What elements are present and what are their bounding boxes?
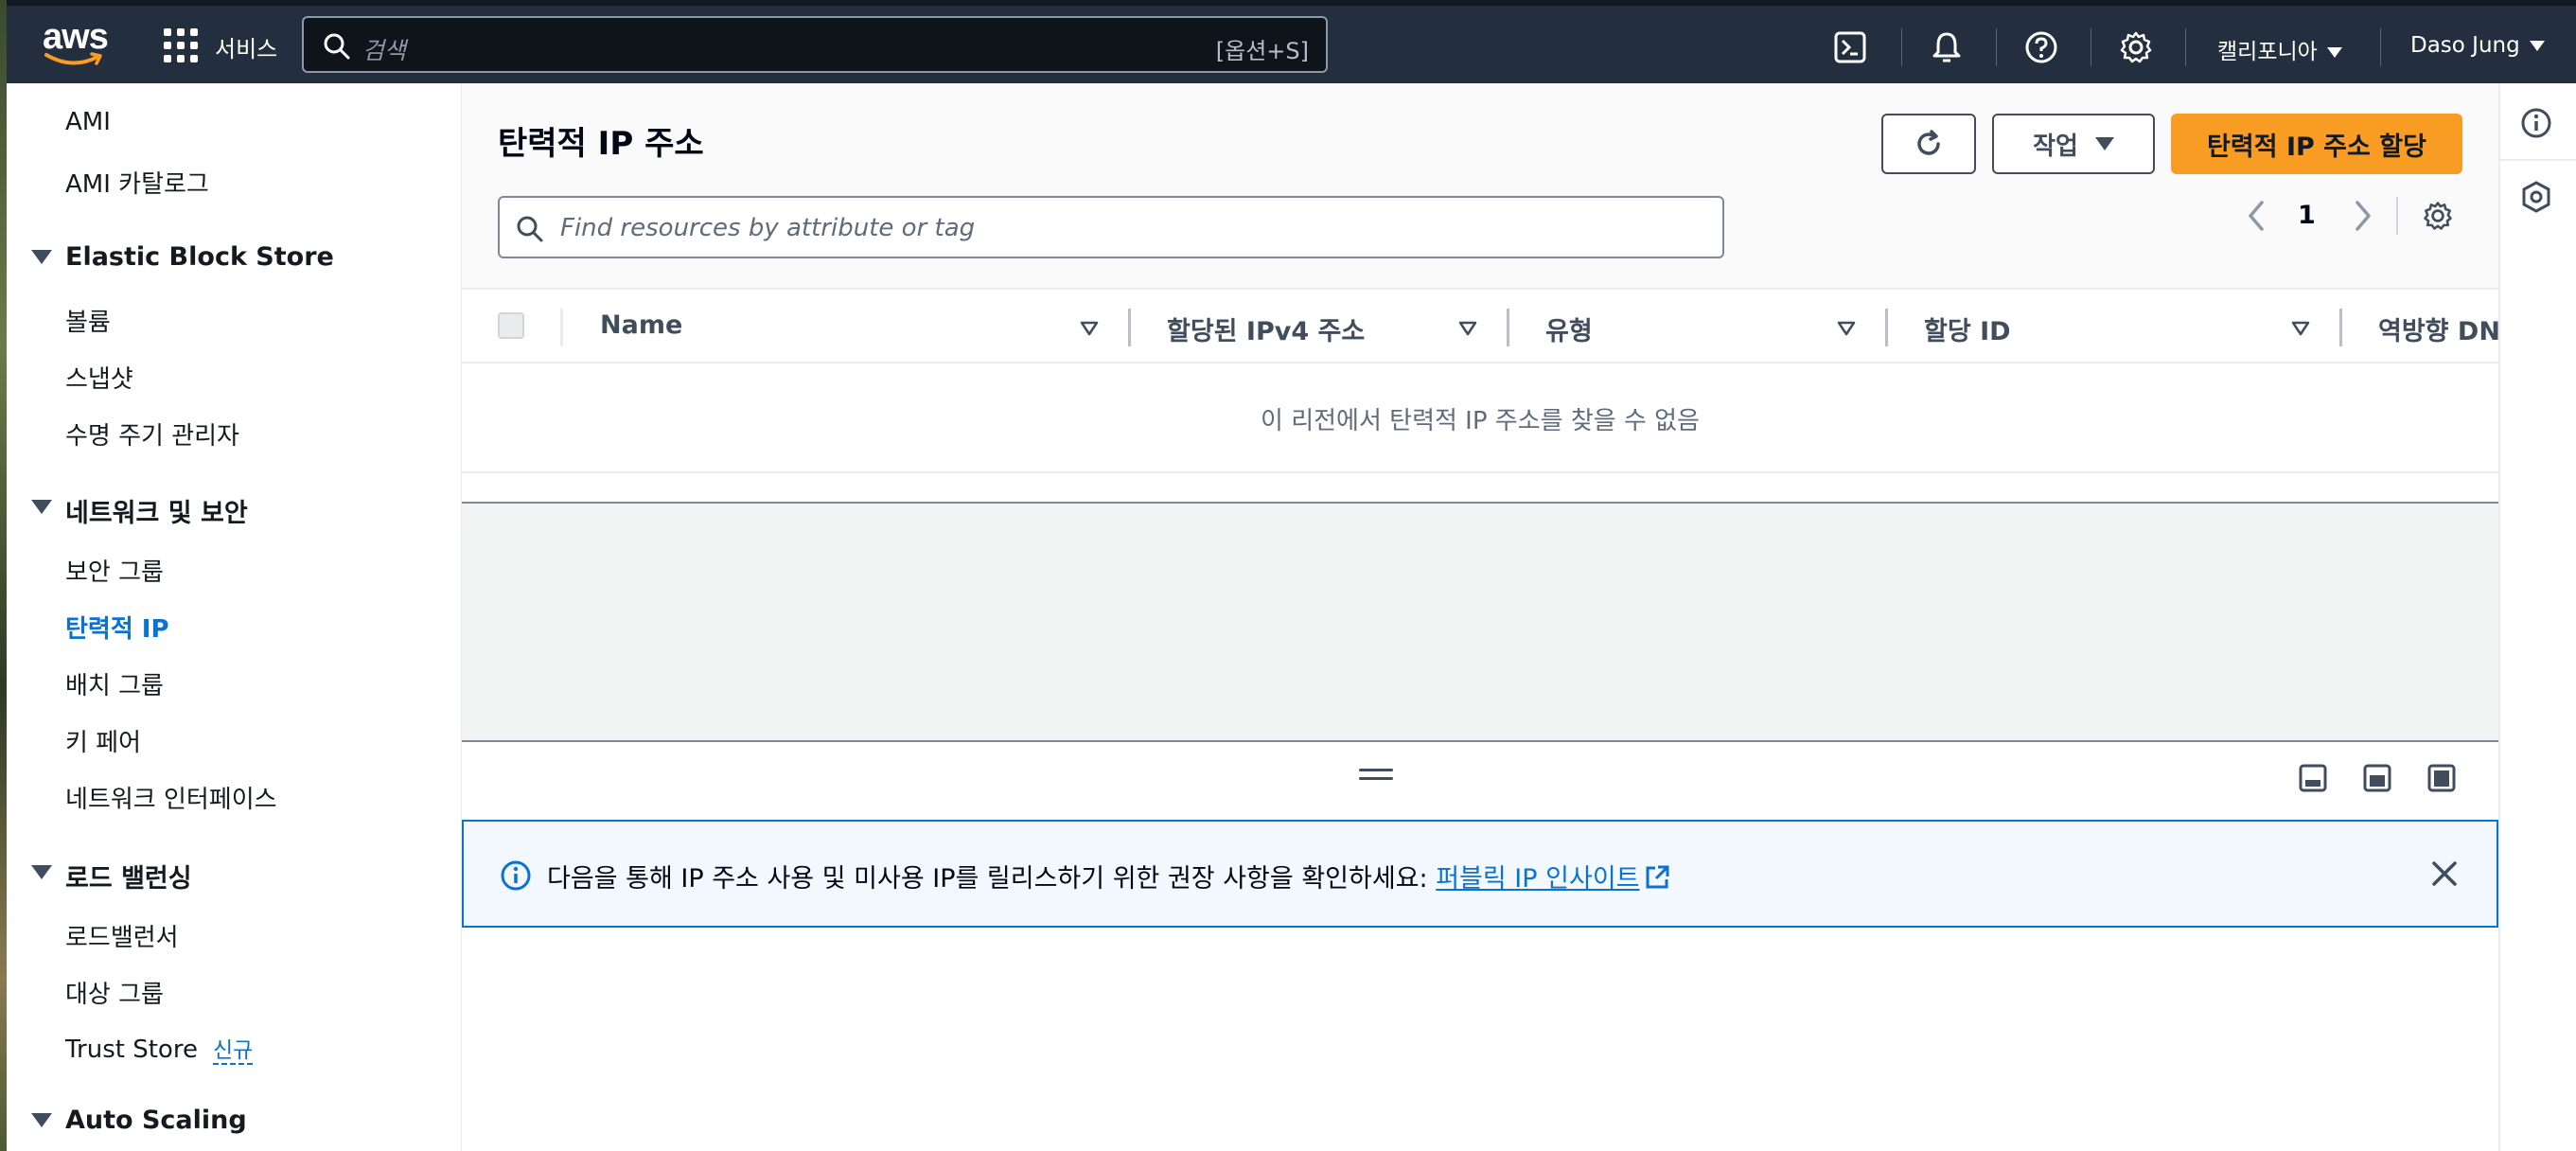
sidebar-item-target-groups[interactable]: 대상 그룹 [65,975,164,1010]
sidebar-section-network-security[interactable]: 네트워크 및 보안 [65,492,248,529]
sidebar-item-elastic-ip[interactable]: 탄력적 IP [65,610,169,645]
select-all-checkbox[interactable] [498,312,524,339]
sidebar-item-ami-catalog[interactable]: AMI 카탈로그 [65,165,209,200]
split-panel-bar [462,742,2498,820]
chevron-down-icon [2529,41,2545,51]
column-resizer[interactable] [1128,309,1131,346]
external-link-icon[interactable] [1644,864,1670,891]
tools-rail [2498,83,2576,1151]
allocate-elastic-ip-button[interactable]: 탄력적 IP 주소 할당 [2171,114,2462,174]
info-icon [501,860,531,891]
drag-handle-icon[interactable] [1359,769,1393,786]
panel-middle-icon[interactable] [2362,763,2392,793]
actions-dropdown-button[interactable]: 작업 [1992,114,2155,174]
pager-divider [2396,197,2398,235]
sidebar-item-network-interfaces[interactable]: 네트워크 인터페이스 [65,780,277,815]
sidebar-section-ebs[interactable]: Elastic Block Store [65,242,334,272]
region-selector[interactable]: 캘리포니아 [2217,33,2342,65]
nav-divider [1996,28,1997,66]
cloudshell-icon[interactable] [1831,28,1869,66]
info-flash-banner: 다음을 통해 IP 주소 사용 및 미사용 IP를 릴리스하기 위한 권장 사항… [462,820,2498,928]
empty-state-message: 이 리전에서 탄력적 IP 주소를 찾을 수 없음 [1261,407,1700,435]
section-collapse-icon[interactable] [31,1113,52,1127]
section-collapse-icon[interactable] [31,500,52,514]
sidebar-item-volumes[interactable]: 볼륨 [65,303,111,338]
current-page-number[interactable]: 1 [2298,201,2316,230]
sidebar-section-auto-scaling[interactable]: Auto Scaling [65,1106,247,1135]
table-preferences-gear-icon[interactable] [2421,199,2455,233]
close-icon[interactable] [2428,858,2461,890]
next-page-icon[interactable] [2350,197,2374,235]
sort-icon[interactable] [2290,320,2311,337]
cloud-tutorial-icon[interactable] [2519,180,2553,214]
search-shortcut-hint: [옵션+S] [1215,38,1309,64]
panel-full-icon[interactable] [2426,763,2457,793]
column-clip: 역방향 DNS [2378,290,2498,362]
side-navigation: AMI AMI 카탈로그 Elastic Block Store 볼륨 스냅샷 … [7,83,463,1151]
column-divider [560,309,563,346]
aws-smile-icon [44,52,102,65]
refresh-button[interactable] [1881,114,1976,174]
public-ip-insights-link[interactable]: 퍼블릭 IP 인사이트 [1436,864,1639,894]
sidebar-item-placement-groups[interactable]: 배치 그룹 [65,666,164,701]
panel-bottom-icon[interactable] [2298,763,2328,793]
column-header-type[interactable]: 유형 [1545,310,1593,347]
chevron-down-icon [2094,137,2114,151]
resource-filter-input[interactable]: Find resources by attribute or tag [498,196,1724,258]
column-header-allocation-id[interactable]: 할당 ID [1924,310,2011,347]
help-icon[interactable] [2022,28,2060,66]
search-placeholder: 검색 [362,37,407,64]
previous-page-icon[interactable] [2245,197,2269,235]
notifications-bell-icon[interactable] [1928,28,1966,66]
nav-divider [1901,28,1902,66]
top-navigation: aws 서비스 검색 [옵션+S] 캘리포니아 Daso Jung [7,0,2576,83]
section-collapse-icon[interactable] [31,250,52,264]
column-resizer[interactable] [1885,309,1888,346]
search-icon [324,33,350,60]
new-badge: 신규 [212,1038,254,1065]
info-panel-icon[interactable] [2519,106,2553,140]
nav-divider [2185,28,2186,66]
refresh-icon [1917,130,1940,155]
sidebar-item-load-balancers[interactable]: 로드밸런서 [65,918,179,953]
sort-icon[interactable] [1836,320,1857,337]
flash-message: 다음을 통해 IP 주소 사용 및 미사용 IP를 릴리스하기 위한 권장 사항… [547,858,1670,894]
sidebar-section-load-balancing[interactable]: 로드 밸런싱 [65,858,192,894]
table-header-row: Name 할당된 IPv4 주소 유형 할당 ID 역방향 DNS [462,288,2498,363]
column-header-reverse-dns[interactable]: 역방향 DNS [2378,310,2498,347]
page-title: 탄력적 IP 주소 [498,125,704,163]
nav-divider [2380,28,2381,66]
filter-placeholder: Find resources by attribute or tag [560,214,976,242]
sidebar-item-snapshots[interactable]: 스냅샷 [65,360,133,395]
account-menu[interactable]: Daso Jung [2410,33,2545,58]
column-header-name[interactable]: Name [600,310,682,340]
sidebar-item-trust-store[interactable]: Trust Store 신규 [65,1032,254,1065]
search-icon [517,216,543,242]
section-collapse-icon[interactable] [31,865,52,879]
global-search-input[interactable]: 검색 [옵션+S] [302,16,1328,73]
sidebar-item-lifecycle-manager[interactable]: 수명 주기 관리자 [65,416,239,452]
column-resizer[interactable] [2339,309,2342,346]
empty-table-row: 이 리전에서 탄력적 IP 주소를 찾을 수 없음 [462,363,2498,473]
settings-gear-icon[interactable] [2117,28,2155,66]
column-resizer[interactable] [1507,309,1509,346]
sidebar-item-key-pairs[interactable]: 키 페어 [65,723,141,758]
details-pane-placeholder [462,502,2498,742]
chevron-down-icon [2326,47,2342,58]
column-header-ipv4[interactable]: 할당된 IPv4 주소 [1167,310,1365,347]
sort-icon[interactable] [1079,320,1100,337]
desktop-wallpaper-strip [0,0,7,1151]
sort-icon[interactable] [1457,320,1478,337]
services-menu[interactable]: 서비스 [215,30,277,63]
main-content: 탄력적 IP 주소 작업 탄력적 IP 주소 할당 Find resources… [462,83,2498,1151]
services-grid-icon[interactable] [164,28,198,62]
aws-logo[interactable]: aws [41,17,109,70]
sidebar-item-ami[interactable]: AMI [65,108,111,136]
sidebar-item-security-groups[interactable]: 보안 그룹 [65,553,164,588]
